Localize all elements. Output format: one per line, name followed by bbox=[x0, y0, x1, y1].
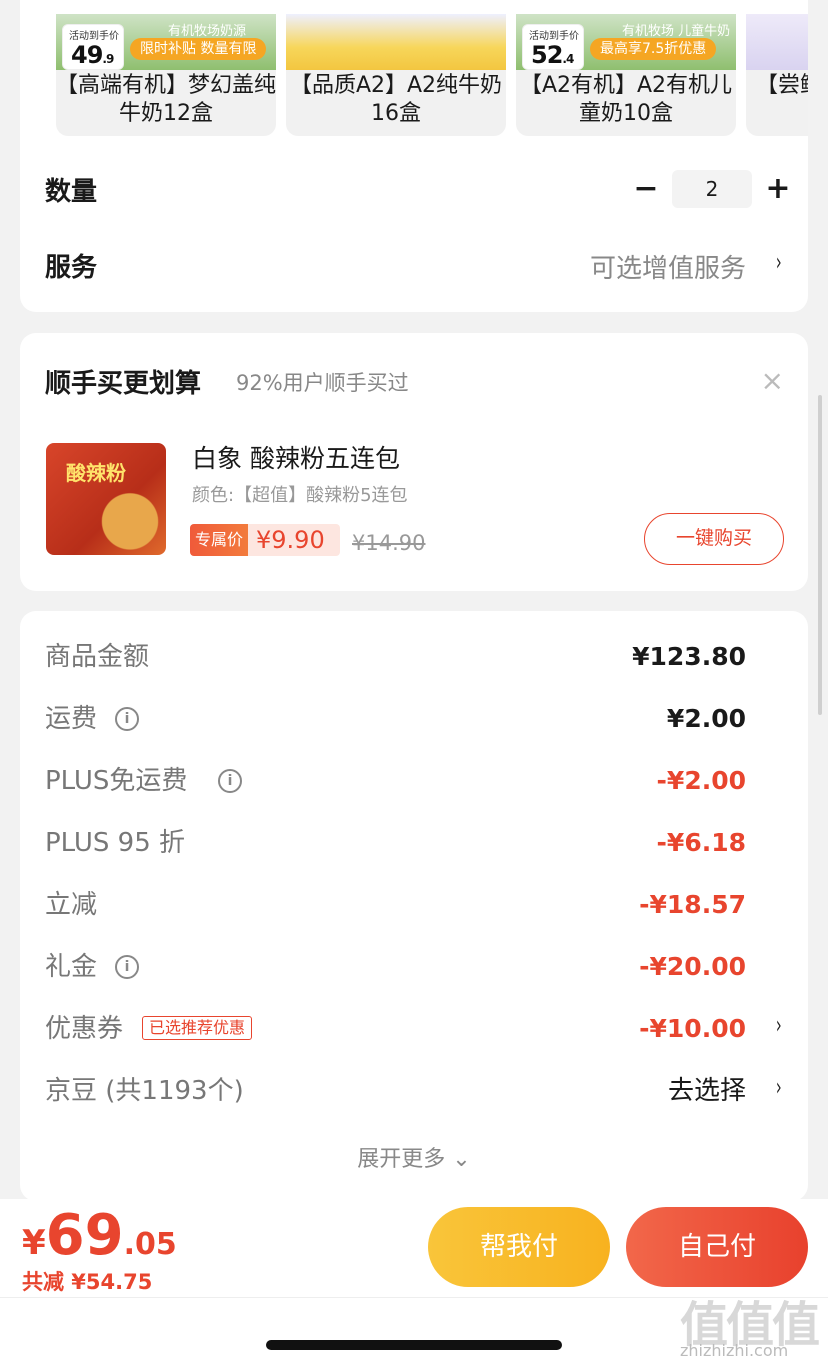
summary-label: 运费 bbox=[45, 704, 98, 734]
summary-label: 立减 bbox=[45, 890, 98, 920]
close-icon[interactable]: × bbox=[761, 367, 784, 395]
summary-row-shipping: 运费 i ¥2.00 bbox=[20, 699, 808, 739]
summary-value: -¥2.00 bbox=[656, 766, 746, 795]
summary-value: -¥20.00 bbox=[639, 952, 746, 981]
price-summary-card: 商品金额 ¥123.80 运费 i ¥2.00 PLUS免运费 i -¥2.00… bbox=[20, 611, 808, 1201]
summary-value: -¥18.57 bbox=[639, 890, 746, 919]
chevron-right-icon: › bbox=[776, 1073, 783, 1101]
price-label: 活动到手价 bbox=[69, 31, 119, 42]
chevron-right-icon: › bbox=[776, 1011, 783, 1039]
product-image-text: 酸辣粉 bbox=[66, 461, 126, 485]
scrollbar[interactable] bbox=[818, 395, 822, 715]
product-name: 【A2有机】A2有机儿童奶10盒 bbox=[519, 73, 733, 126]
product-card[interactable]: 活动到手价 49.9 有机牧场奶源 限时补贴 数量有限 【高端有机】梦幻盖纯牛奶… bbox=[56, 14, 276, 136]
price-label: 活动到手价 bbox=[529, 31, 579, 42]
summary-row-goods-amount: 商品金额 ¥123.80 bbox=[20, 637, 808, 677]
original-price: ¥14.90 bbox=[352, 531, 426, 555]
chevron-right-icon: › bbox=[776, 248, 783, 276]
summary-value: ¥2.00 bbox=[666, 704, 746, 733]
home-indicator[interactable] bbox=[266, 1340, 562, 1350]
help-me-pay-button[interactable]: 帮我付 bbox=[428, 1207, 610, 1287]
price-badge: 活动到手价 52.4 bbox=[522, 24, 584, 70]
total-integer: 69 bbox=[45, 1203, 124, 1268]
summary-label: 礼金 bbox=[45, 952, 98, 982]
price-value: 49.9 bbox=[71, 41, 114, 69]
upsell-card: 顺手买更划算 92%用户顺手买过 × 酸辣粉 白象 酸辣粉五连包 颜色:【超值】… bbox=[20, 333, 808, 591]
upsell-title: 顺手买更划算 bbox=[45, 369, 202, 399]
summary-value: ¥123.80 bbox=[632, 642, 746, 671]
summary-value: 去选择 bbox=[667, 1076, 746, 1106]
summary-row-instant-discount: 立减 -¥18.57 bbox=[20, 885, 808, 925]
product-card[interactable]: 【品质A2】A2纯牛奶16盒 bbox=[286, 14, 506, 136]
one-click-buy-button[interactable]: 一键购买 bbox=[644, 513, 784, 565]
related-products-strip[interactable]: 活动到手价 49.9 有机牧场奶源 限时补贴 数量有限 【高端有机】梦幻盖纯牛奶… bbox=[56, 14, 808, 136]
product-image bbox=[746, 14, 808, 70]
summary-value: -¥10.00 bbox=[639, 1014, 746, 1043]
product-image: 活动到手价 52.4 有机牧场 儿童牛奶 最高享7.5折优惠 bbox=[516, 14, 736, 70]
product-image bbox=[286, 14, 506, 70]
expand-more-button[interactable]: 展开更多 ⌄ bbox=[20, 1141, 808, 1173]
product-name: 【尝鲜】儿 bbox=[756, 73, 808, 98]
quantity-input[interactable]: 2 bbox=[672, 170, 752, 208]
summary-label: PLUS免运费 bbox=[45, 766, 188, 796]
summary-row-plus-discount: PLUS 95 折 -¥6.18 bbox=[20, 823, 808, 863]
info-icon[interactable]: i bbox=[218, 769, 242, 793]
price-value: 52.4 bbox=[531, 41, 574, 69]
summary-row-gift-money: 礼金 i -¥20.00 bbox=[20, 947, 808, 987]
currency-symbol: ¥ bbox=[22, 1223, 46, 1263]
exclusive-price-badge: 专属价 ¥9.90 bbox=[190, 524, 340, 556]
product-name: 【高端有机】梦幻盖纯牛奶12盒 bbox=[56, 73, 276, 126]
product-card[interactable]: 【尝鲜】儿 bbox=[746, 14, 808, 136]
promo-tag: 有机牧场 儿童牛奶 bbox=[622, 24, 731, 39]
total-decimal: .05 bbox=[123, 1227, 177, 1262]
promo-tag: 有机牧场奶源 bbox=[168, 24, 247, 39]
summary-label: 商品金额 bbox=[45, 642, 150, 672]
service-value: 可选增值服务 bbox=[589, 254, 746, 284]
upsell-subtitle: 92%用户顺手买过 bbox=[236, 371, 409, 395]
total-saved: 共减 ¥54.75 bbox=[22, 1270, 153, 1294]
upsell-product-variant: 颜色:【超值】酸辣粉5连包 bbox=[192, 485, 408, 506]
quantity-label: 数量 bbox=[45, 177, 98, 207]
product-image: 活动到手价 49.9 有机牧场奶源 限时补贴 数量有限 bbox=[56, 14, 276, 70]
product-card[interactable]: 活动到手价 52.4 有机牧场 儿童牛奶 最高享7.5折优惠 【A2有机】A2有… bbox=[516, 14, 736, 136]
price-badge: 活动到手价 49.9 bbox=[62, 24, 124, 70]
summary-row-coupon[interactable]: 优惠券 已选推荐优惠 -¥10.00 › bbox=[20, 1009, 808, 1049]
pay-myself-button[interactable]: 自己付 bbox=[626, 1207, 808, 1287]
watermark-url: zhizhizhi.com bbox=[680, 1341, 789, 1360]
quantity-decrease-button[interactable]: − bbox=[631, 170, 661, 208]
summary-label: 优惠券 bbox=[45, 1014, 124, 1044]
total-price: ¥69.05 bbox=[22, 1203, 177, 1268]
purchase-options-card: 活动到手价 49.9 有机牧场奶源 限时补贴 数量有限 【高端有机】梦幻盖纯牛奶… bbox=[20, 0, 808, 312]
checkout-bar: ¥69.05 共减 ¥54.75 帮我付 自己付 值值值 zhizhizhi.c… bbox=[0, 1199, 828, 1367]
exclusive-price: ¥9.90 bbox=[256, 526, 325, 554]
quantity-increase-button[interactable]: + bbox=[763, 170, 793, 208]
upsell-product-image[interactable]: 酸辣粉 bbox=[46, 443, 166, 555]
watermark-logo: 值值值 zhizhizhi.com bbox=[676, 1285, 822, 1365]
info-icon[interactable]: i bbox=[115, 707, 139, 731]
upsell-product-name[interactable]: 白象 酸辣粉五连包 bbox=[192, 439, 400, 475]
summary-label: PLUS 95 折 bbox=[45, 828, 186, 858]
promo-badge: 限时补贴 数量有限 bbox=[130, 38, 267, 60]
promo-badge: 最高享7.5折优惠 bbox=[590, 38, 717, 60]
summary-label: 京豆 (共1193个) bbox=[45, 1076, 244, 1106]
product-name: 【品质A2】A2纯牛奶16盒 bbox=[289, 73, 503, 126]
summary-value: -¥6.18 bbox=[656, 828, 746, 857]
coupon-selected-tag: 已选推荐优惠 bbox=[142, 1016, 253, 1040]
service-label: 服务 bbox=[45, 253, 98, 283]
summary-row-plus-free-shipping: PLUS免运费 i -¥2.00 bbox=[20, 761, 808, 801]
info-icon[interactable]: i bbox=[115, 955, 139, 979]
exclusive-tag: 专属价 bbox=[190, 524, 248, 556]
summary-row-jingdou[interactable]: 京豆 (共1193个) 去选择 › bbox=[20, 1071, 808, 1111]
